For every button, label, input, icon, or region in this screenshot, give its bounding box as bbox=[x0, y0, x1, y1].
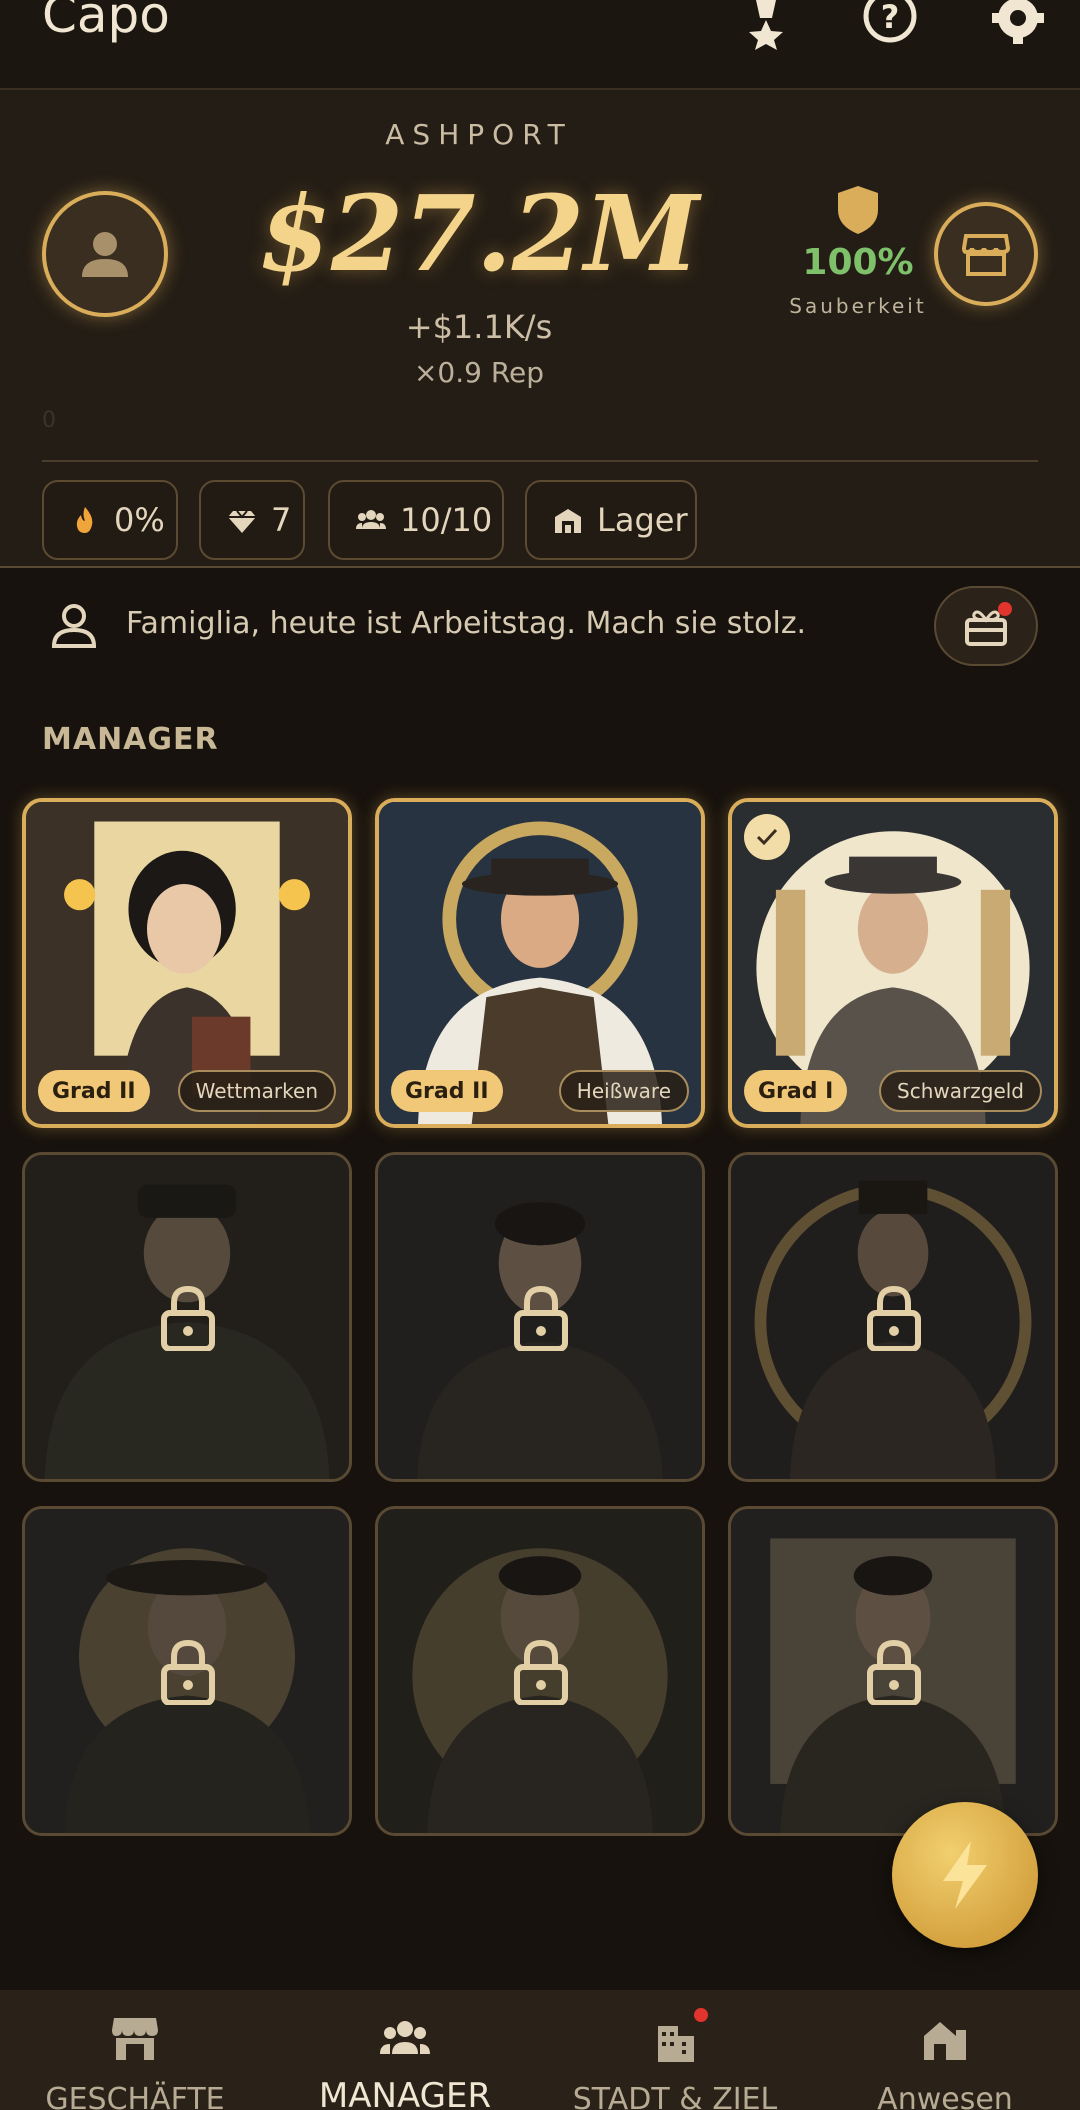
store-icon bbox=[112, 2018, 158, 2060]
nav-item-anwesen[interactable]: Anwesen bbox=[810, 1990, 1080, 2110]
settings-icon[interactable] bbox=[990, 0, 1046, 50]
warehouse-icon bbox=[555, 509, 581, 533]
chip-crew[interactable]: 10/10 bbox=[328, 480, 504, 560]
chip-heat[interactable]: 0% bbox=[42, 480, 178, 560]
chip-crew-label: 10/10 bbox=[400, 501, 493, 539]
header-panel: ASHPORT $27.2M +$1.1K/s ×0.9 Rep 100% Sa… bbox=[0, 90, 1080, 568]
bottom-navigation: GESCHÄFTE MANAGER STADT & ZIEL Anwesen bbox=[0, 1990, 1080, 2110]
grade-badge: Grad II bbox=[391, 1070, 503, 1112]
cleanliness-label: Sauberkeit bbox=[789, 294, 927, 318]
nav-item-manager[interactable]: MANAGER bbox=[270, 1990, 540, 2110]
nav-label: MANAGER bbox=[318, 2076, 492, 2110]
manager-card-5[interactable] bbox=[375, 1152, 705, 1482]
nav-label: STADT & ZIEL bbox=[572, 2082, 778, 2110]
manager-card-3[interactable]: Grad I Schwarzgeld bbox=[728, 798, 1058, 1128]
person-outline-icon bbox=[51, 604, 97, 648]
lock-icon bbox=[867, 1285, 921, 1351]
reputation-multiplier: ×0.9 Rep bbox=[413, 356, 545, 389]
shop-button[interactable] bbox=[934, 202, 1038, 306]
lock-icon bbox=[867, 1639, 921, 1705]
manager-card-7[interactable] bbox=[22, 1506, 352, 1836]
manager-card-1[interactable]: Grad II Wettmarken bbox=[22, 798, 352, 1128]
notification-dot bbox=[694, 2008, 708, 2022]
city-icon bbox=[658, 2026, 694, 2062]
lightning-icon bbox=[943, 1841, 987, 1909]
app-title: Capo bbox=[42, 0, 170, 44]
profile-button[interactable] bbox=[42, 191, 168, 317]
manager-card-6[interactable] bbox=[728, 1152, 1058, 1482]
manager-card-2[interactable]: Grad II Heißware bbox=[375, 798, 705, 1128]
boost-button[interactable] bbox=[892, 1802, 1038, 1948]
cleanliness-value: 100% bbox=[802, 242, 914, 283]
svg-text:?: ? bbox=[881, 0, 900, 36]
hidden-counter: 0 bbox=[42, 408, 56, 433]
top-bar: Capo ? bbox=[0, 0, 1080, 90]
lock-icon bbox=[514, 1285, 568, 1351]
chip-heat-label: 0% bbox=[114, 501, 165, 539]
manager-card-9[interactable] bbox=[728, 1506, 1058, 1836]
nav-item-geschaefte[interactable]: GESCHÄFTE bbox=[0, 1990, 270, 2110]
chip-warehouse-label: Lager bbox=[597, 501, 688, 539]
grade-badge: Grad I bbox=[744, 1070, 848, 1112]
specialty-badge: Heißware bbox=[558, 1070, 689, 1112]
diamond-icon bbox=[228, 510, 256, 533]
header-divider bbox=[42, 460, 1038, 462]
estate-icon bbox=[924, 2022, 966, 2060]
help-icon[interactable]: ? bbox=[862, 0, 918, 50]
store-icon bbox=[962, 234, 1010, 276]
chip-diamonds-label: 7 bbox=[271, 501, 292, 539]
nav-item-stadt-ziel[interactable]: STADT & ZIEL bbox=[540, 1990, 810, 2110]
person-icon bbox=[82, 232, 128, 277]
grade-badge: Grad II bbox=[38, 1070, 150, 1112]
people-icon bbox=[356, 510, 386, 529]
specialty-badge: Wettmarken bbox=[177, 1070, 336, 1112]
group-icon bbox=[380, 2021, 430, 2054]
manager-card-4[interactable] bbox=[22, 1152, 352, 1482]
message-text: Famiglia, heute ist Arbeitstag. Mach sie… bbox=[126, 606, 807, 641]
notification-dot bbox=[998, 602, 1012, 616]
city-name: ASHPORT bbox=[385, 118, 573, 151]
lock-icon bbox=[514, 1639, 568, 1705]
manager-card-8[interactable] bbox=[375, 1506, 705, 1836]
specialty-badge: Schwarzgeld bbox=[879, 1070, 1042, 1112]
chip-diamonds[interactable]: 7 bbox=[199, 480, 305, 560]
selected-check-icon bbox=[744, 814, 790, 860]
gift-button[interactable] bbox=[934, 586, 1038, 666]
nav-label: GESCHÄFTE bbox=[45, 2082, 225, 2110]
lock-icon bbox=[161, 1285, 215, 1351]
chip-warehouse[interactable]: Lager bbox=[525, 480, 697, 560]
section-title: MANAGER bbox=[42, 722, 219, 757]
shield-icon bbox=[838, 186, 878, 234]
medal-icon[interactable] bbox=[738, 0, 794, 50]
nav-label: Anwesen bbox=[877, 2082, 1013, 2110]
lock-icon bbox=[161, 1639, 215, 1705]
flame-icon bbox=[76, 507, 93, 533]
